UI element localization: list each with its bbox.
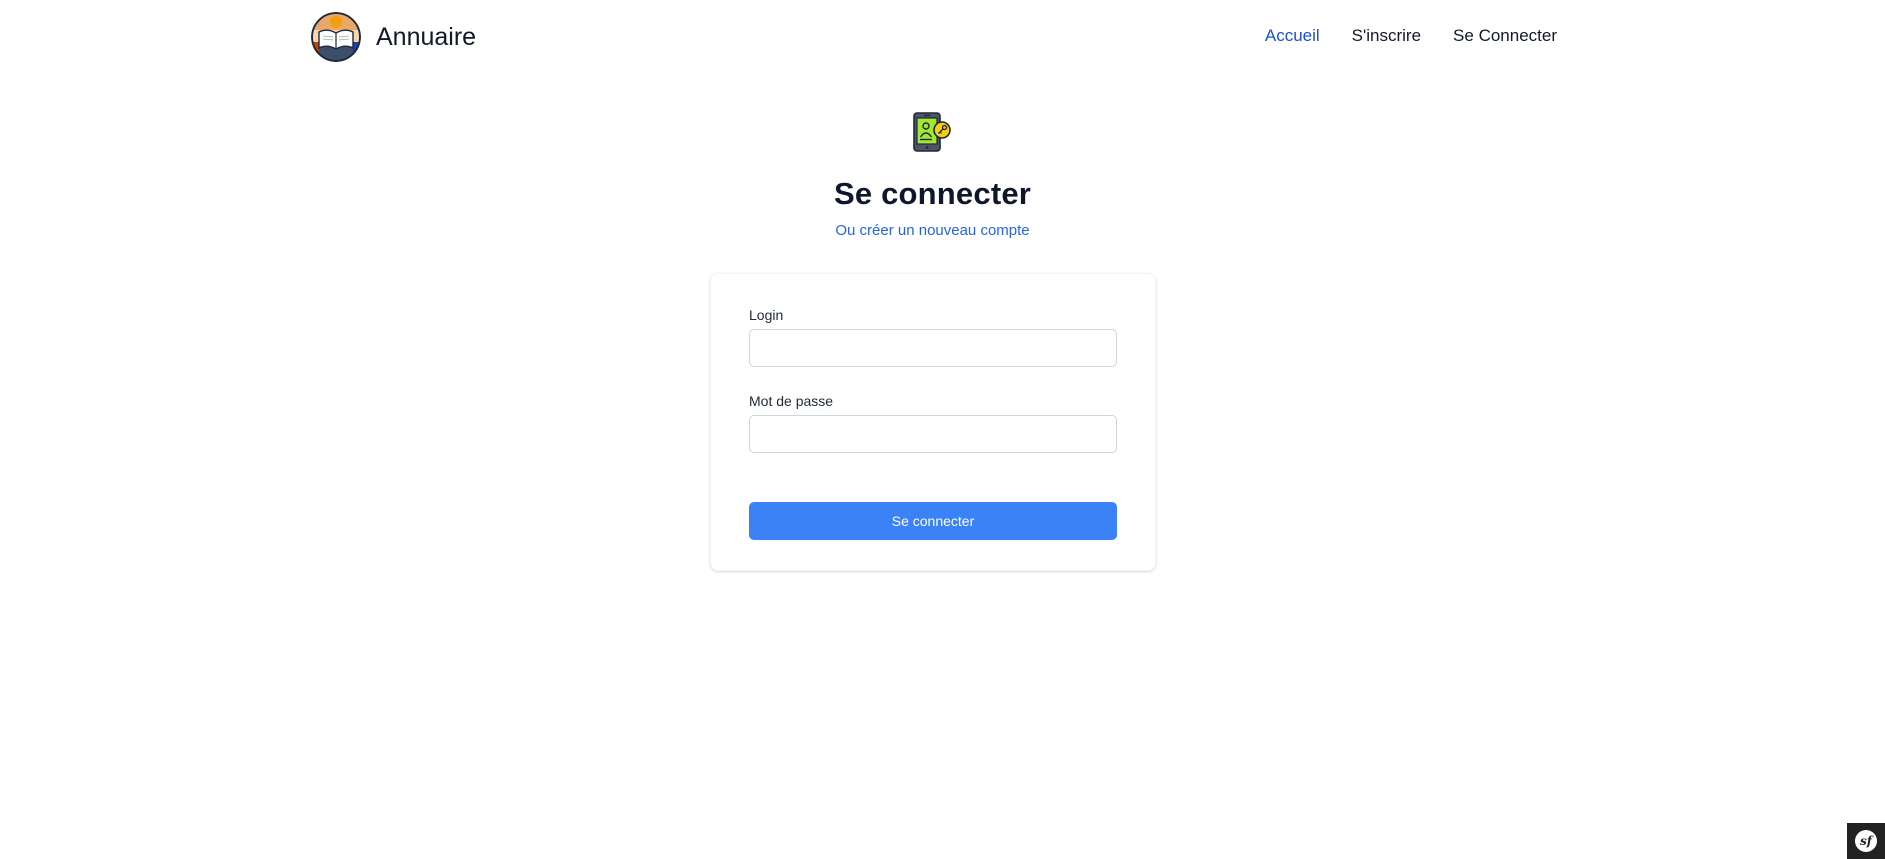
password-label: Mot de passe — [749, 393, 834, 409]
login-input[interactable] — [749, 329, 1117, 367]
page-title: Se connecter — [833, 176, 1032, 211]
top-navbar: Annuaire Accueil S'inscrire Se Connecter — [311, 12, 1557, 62]
nav-link-home[interactable]: Accueil — [1265, 26, 1320, 46]
login-label: Login — [749, 307, 784, 323]
nav-link-register[interactable]: S'inscrire — [1352, 26, 1421, 46]
subtitle: Ou créer un nouveau compte — [0, 222, 1865, 239]
book-logo-icon — [311, 12, 361, 62]
page: Annuaire Accueil S'inscrire Se Connecter… — [0, 0, 1885, 859]
login-submit-button[interactable]: Se connecter — [749, 502, 1117, 540]
symfony-toolbar-toggle[interactable]: sf — [1847, 823, 1885, 859]
subtitle-prefix: Ou — [835, 222, 856, 239]
main-nav: Accueil S'inscrire Se Connecter — [1265, 26, 1557, 46]
login-form-card: Login Mot de passe Se connecter — [710, 273, 1156, 571]
mobile-user-key-icon — [910, 110, 954, 154]
nav-link-login[interactable]: Se Connecter — [1453, 26, 1557, 46]
create-account-link[interactable]: créer un nouveau compte — [860, 222, 1030, 239]
brand[interactable]: Annuaire — [311, 12, 476, 62]
brand-name: Annuaire — [376, 22, 477, 51]
symfony-logo-icon: sf — [1855, 830, 1877, 852]
password-input[interactable] — [749, 415, 1117, 453]
